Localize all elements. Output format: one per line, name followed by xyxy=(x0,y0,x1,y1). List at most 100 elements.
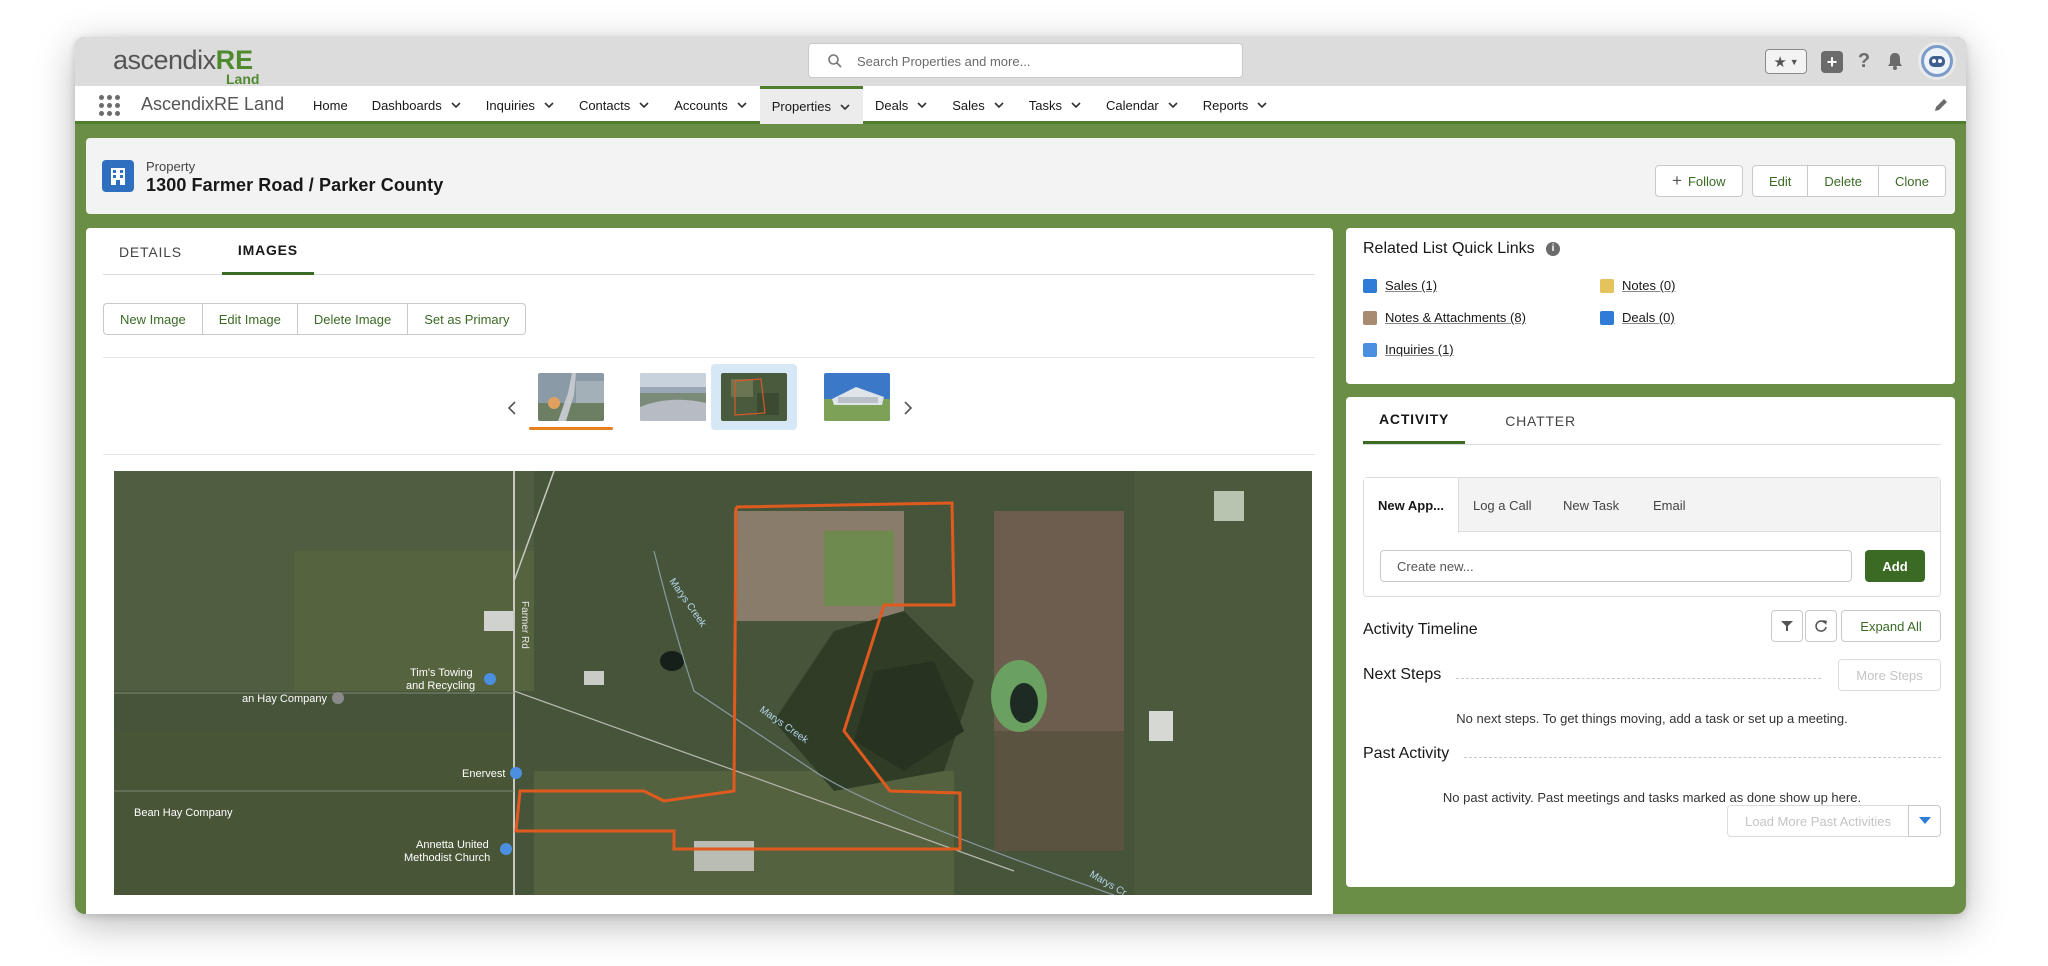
star-icon: ★ xyxy=(1773,53,1787,71)
chevron-left-icon[interactable] xyxy=(504,398,520,418)
more-steps-button[interactable]: More Steps xyxy=(1838,659,1941,691)
chevron-down-icon[interactable] xyxy=(450,99,462,111)
edit-image-button[interactable]: Edit Image xyxy=(202,303,298,335)
quick-link-deals[interactable]: Deals (0) xyxy=(1600,310,1675,325)
map-label: Farmer Rd xyxy=(519,601,530,649)
publisher-tab[interactable]: New App... xyxy=(1364,478,1459,533)
logo-subtext: Land xyxy=(226,71,260,87)
quick-link-sales[interactable]: Sales (1) xyxy=(1363,278,1437,293)
notifications-button[interactable] xyxy=(1883,46,1907,76)
create-new-input[interactable] xyxy=(1380,550,1852,582)
quick-link-label[interactable]: Sales (1) xyxy=(1385,278,1437,293)
chevron-down-icon[interactable] xyxy=(736,99,748,111)
chevron-down-icon[interactable] xyxy=(1167,99,1179,111)
chevron-down-icon[interactable] xyxy=(543,99,555,111)
clone-button[interactable]: Clone xyxy=(1878,165,1946,197)
nav-item-properties[interactable]: Properties xyxy=(759,86,863,124)
quick-link-label[interactable]: Deals (0) xyxy=(1622,310,1675,325)
map-label: Bean Hay Company xyxy=(134,807,233,819)
search-icon xyxy=(828,54,842,68)
tab-images[interactable]: IMAGES xyxy=(221,228,314,275)
nav-item-reports[interactable]: Reports xyxy=(1191,86,1281,124)
chevron-down-icon[interactable] xyxy=(638,99,650,111)
nav-item-accounts[interactable]: Accounts xyxy=(662,86,759,124)
tab-details[interactable]: DETAILS xyxy=(103,228,198,275)
divider xyxy=(1456,678,1821,679)
chevron-down-icon[interactable] xyxy=(916,99,928,111)
nav-item-label: Home xyxy=(313,97,348,113)
app-launcher-icon[interactable] xyxy=(99,95,121,117)
nav-item-tasks[interactable]: Tasks xyxy=(1017,86,1094,124)
load-more-dropdown[interactable] xyxy=(1908,805,1941,837)
nav-item-contacts[interactable]: Contacts xyxy=(567,86,662,124)
add-button[interactable]: Add xyxy=(1865,550,1925,582)
image-thumbnail[interactable] xyxy=(538,373,604,421)
delete-image-button[interactable]: Delete Image xyxy=(297,303,409,335)
favorites-button[interactable]: ★ ▼ xyxy=(1765,49,1807,74)
nav-item-sales[interactable]: Sales xyxy=(940,86,1017,124)
nav-item-deals[interactable]: Deals xyxy=(863,86,940,124)
nav-item-label: Tasks xyxy=(1028,97,1062,113)
nav-item-dashboards[interactable]: Dashboards xyxy=(360,86,474,124)
app-logo[interactable]: ascendixRE Land xyxy=(113,45,259,87)
user-avatar[interactable] xyxy=(1918,42,1956,80)
quick-link-inquiries[interactable]: Inquiries (1) xyxy=(1363,342,1454,357)
image-thumbnail[interactable] xyxy=(824,373,890,421)
attachment-icon xyxy=(1363,310,1377,325)
activity-tabs: ACTIVITY CHATTER xyxy=(1363,397,1941,445)
divider xyxy=(103,357,1315,358)
chevron-down-icon[interactable] xyxy=(993,99,1005,111)
load-more-past-button[interactable]: Load More Past Activities xyxy=(1727,805,1909,837)
activity-panel: ACTIVITY CHATTER New App... Log a Call New… xyxy=(1346,397,1955,887)
search-input[interactable] xyxy=(857,50,1227,72)
chevron-right-icon[interactable] xyxy=(900,398,916,418)
nav-item-calendar[interactable]: Calendar xyxy=(1094,86,1191,124)
delete-button[interactable]: Delete xyxy=(1808,165,1879,197)
refresh-button[interactable] xyxy=(1805,610,1837,642)
edit-button[interactable]: Edit xyxy=(1752,165,1809,197)
chevron-down-icon[interactable] xyxy=(1070,99,1082,111)
nav-item-label: Inquiries xyxy=(485,97,535,113)
set-primary-button[interactable]: Set as Primary xyxy=(408,303,527,335)
expand-all-button[interactable]: Expand All xyxy=(1841,610,1941,642)
info-icon[interactable]: i xyxy=(1546,242,1560,256)
quick-link-notes-attachments[interactable]: Notes & Attachments (8) xyxy=(1363,310,1526,325)
image-thumbnail[interactable] xyxy=(721,373,787,421)
tab-activity[interactable]: ACTIVITY xyxy=(1363,397,1466,444)
new-image-button[interactable]: New Image xyxy=(103,303,203,335)
filter-button[interactable] xyxy=(1771,610,1803,642)
map-label: Enervest xyxy=(462,768,505,780)
deals-icon xyxy=(1600,310,1614,325)
chevron-down-icon[interactable] xyxy=(839,101,851,113)
quick-link-label[interactable]: Notes & Attachments (8) xyxy=(1385,310,1526,325)
activity-timeline-title: Activity Timeline xyxy=(1363,621,1478,638)
publisher-tab[interactable]: Email xyxy=(1639,478,1729,532)
tab-chatter[interactable]: CHATTER xyxy=(1489,397,1592,444)
help-button[interactable]: ? xyxy=(1853,46,1875,76)
divider xyxy=(1464,757,1941,758)
follow-button[interactable]: + Follow xyxy=(1655,165,1743,197)
global-header: ascendixRE Land ★▼ + ? xyxy=(75,37,1966,87)
global-search[interactable] xyxy=(808,43,1243,78)
astro-avatar-icon xyxy=(1924,48,1950,74)
nav-item-label: Calendar xyxy=(1106,97,1159,113)
plus-icon: + xyxy=(1826,52,1838,72)
publisher-tab[interactable]: Log a Call xyxy=(1459,478,1549,532)
nav-item-label: Accounts xyxy=(674,97,728,113)
edit-nav-pencil-icon[interactable] xyxy=(1932,96,1950,114)
publisher-tab[interactable]: New Task xyxy=(1549,478,1639,532)
app-nav-bar: AscendixRE Land Home Dashboards Inquiries C… xyxy=(75,86,1966,124)
next-steps-heading: Next Steps xyxy=(1363,666,1450,684)
nav-item-home[interactable]: Home xyxy=(301,86,360,124)
chevron-down-icon[interactable] xyxy=(1256,99,1268,111)
image-thumbnail[interactable] xyxy=(640,373,706,421)
quick-link-label[interactable]: Notes (0) xyxy=(1622,278,1675,293)
record-header: Property 1300 Farmer Road / Parker Count… xyxy=(86,138,1955,214)
nav-item-label: Reports xyxy=(1202,97,1249,113)
divider xyxy=(103,454,1315,455)
quick-link-label[interactable]: Inquiries (1) xyxy=(1385,342,1454,357)
past-activity-empty-message: No past activity. Past meetings and task… xyxy=(1442,790,1862,805)
nav-item-inquiries[interactable]: Inquiries xyxy=(474,86,567,124)
quick-link-notes[interactable]: Notes (0) xyxy=(1600,278,1675,293)
global-actions-button[interactable]: + xyxy=(1821,51,1843,73)
